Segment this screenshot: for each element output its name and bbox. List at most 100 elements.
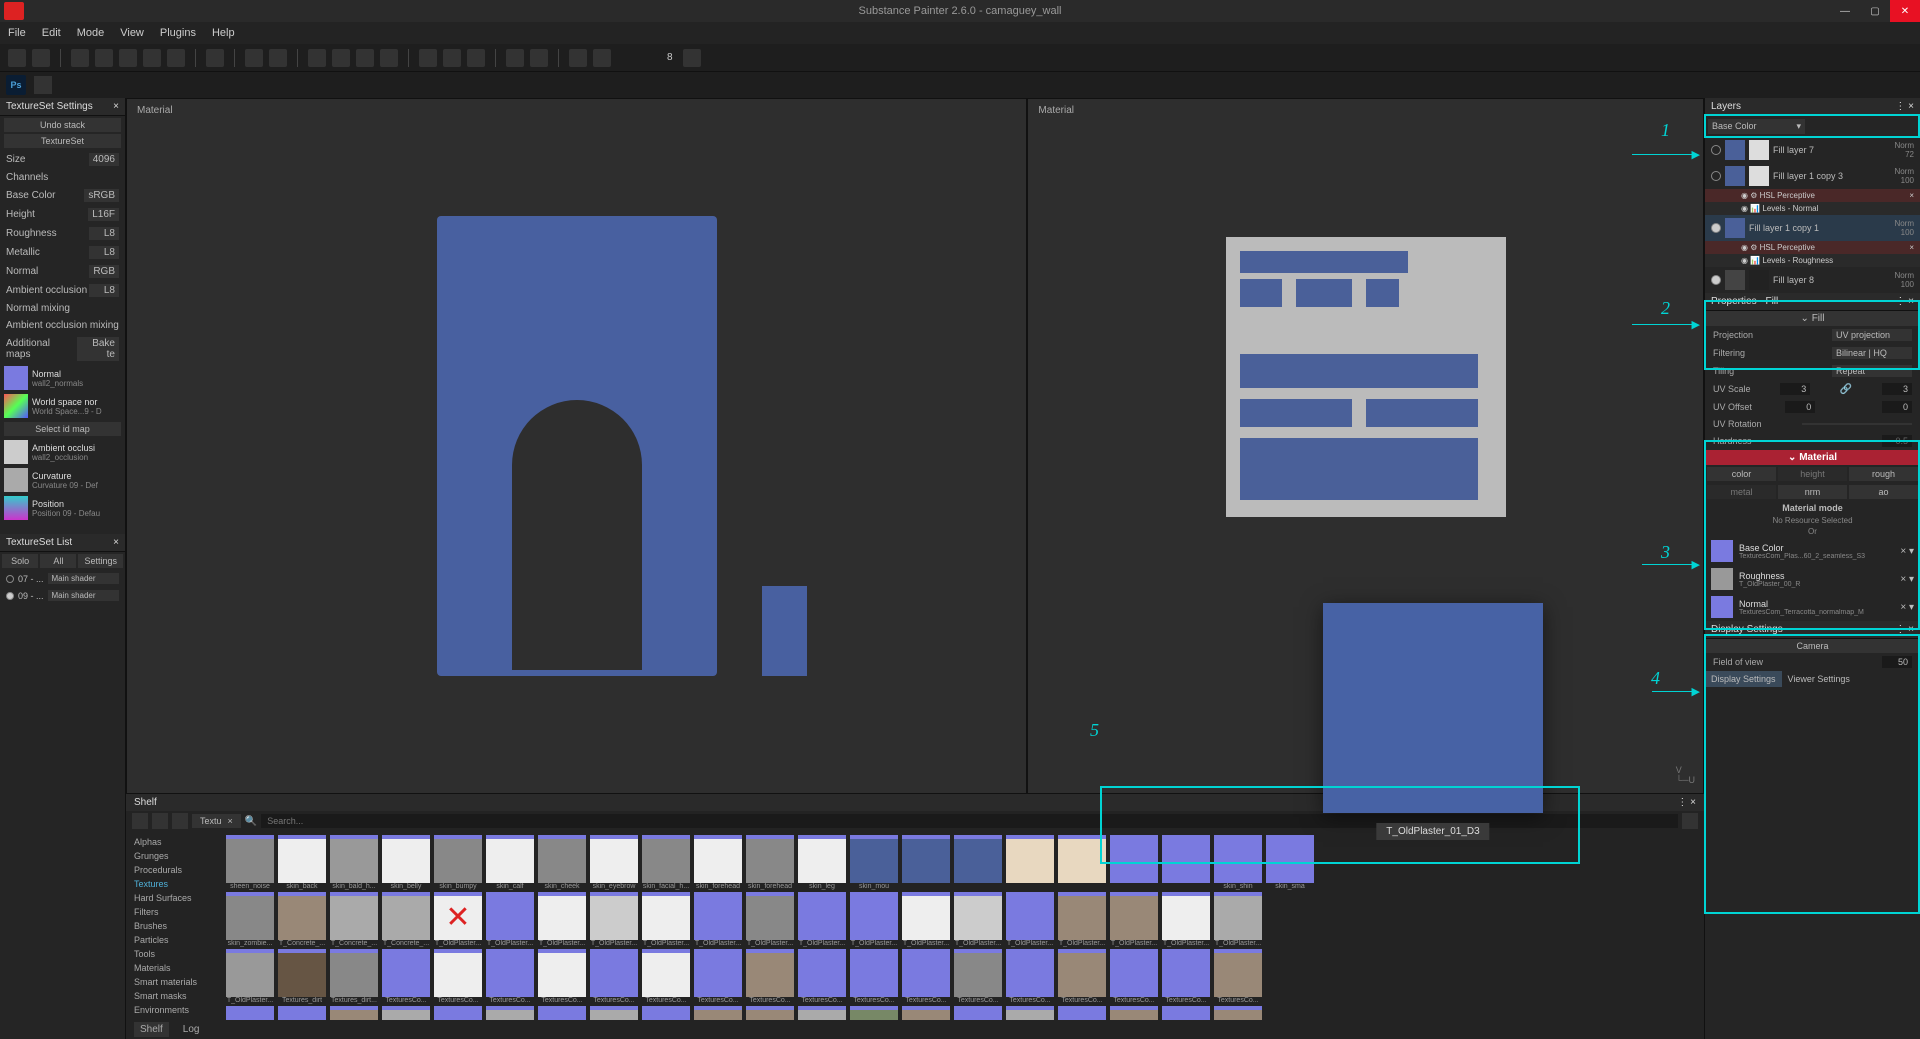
- shelf-item[interactable]: [277, 1006, 327, 1020]
- tab-log[interactable]: Log: [177, 1022, 206, 1037]
- bake-button[interactable]: Bake te: [77, 337, 119, 361]
- camera-section[interactable]: Camera: [1705, 639, 1920, 653]
- shelf-item[interactable]: [797, 1006, 847, 1020]
- fx-hsl-2[interactable]: ◉ ⚙ HSL Perceptive×: [1705, 241, 1920, 254]
- uvrotation-slider[interactable]: [1802, 423, 1912, 425]
- shelf-item[interactable]: T_OldPlaster...: [797, 892, 847, 947]
- shelf-item[interactable]: [1213, 1006, 1263, 1020]
- ch-normal[interactable]: Normal: [6, 266, 38, 277]
- normal-mixing-label[interactable]: Normal mixing: [6, 303, 70, 314]
- shelf-item[interactable]: TexturesCo...: [537, 949, 587, 1004]
- layer-fill8[interactable]: Fill layer 8Norm100: [1705, 267, 1920, 293]
- tool-smudge-icon[interactable]: [119, 49, 137, 67]
- shelf-item[interactable]: T_OldPlaster...: [849, 892, 899, 947]
- shelf-item[interactable]: T_OldPlaster...: [225, 949, 275, 1004]
- menu-help[interactable]: Help: [212, 27, 235, 39]
- shelf-item[interactable]: TexturesCo...: [693, 949, 743, 1004]
- cat-procedurals[interactable]: Procedurals: [130, 863, 217, 877]
- shelf-item[interactable]: skin_calf: [485, 835, 535, 890]
- photoshop-icon[interactable]: Ps: [6, 75, 26, 95]
- shelf-item[interactable]: T_Concrete_...: [381, 892, 431, 947]
- filtering-select[interactable]: Bilinear | HQ: [1832, 347, 1912, 359]
- shelf-item[interactable]: TexturesCo...: [1213, 949, 1263, 1004]
- tool-polygon-icon[interactable]: [206, 49, 224, 67]
- undo-stack-button[interactable]: Undo stack: [4, 118, 121, 132]
- shelf-item[interactable]: TexturesCo...: [381, 949, 431, 1004]
- shelf-item[interactable]: T_OldPlaster...: [745, 892, 795, 947]
- tool-next-icon[interactable]: [593, 49, 611, 67]
- viewport-3d[interactable]: Material: [126, 98, 1027, 794]
- layer-dup-icon[interactable]: [1887, 119, 1901, 133]
- shelf-grid-icon[interactable]: [1682, 813, 1698, 829]
- shelf-item[interactable]: TexturesCo...: [1161, 949, 1211, 1004]
- shelf-item[interactable]: [225, 1006, 275, 1020]
- layer-fillcopy3[interactable]: Fill layer 1 copy 3Norm100: [1705, 163, 1920, 189]
- shelf-item[interactable]: T_OldPlaster...: [641, 892, 691, 947]
- shelf-item[interactable]: T_OldPlaster...: [901, 892, 951, 947]
- shelf-item[interactable]: skin_shin: [1213, 835, 1263, 890]
- shelf-item[interactable]: [1109, 1006, 1159, 1020]
- fx-levels-1[interactable]: ◉ 📊 Levels - Normal: [1705, 202, 1920, 215]
- shelf-item[interactable]: skin_eyebrow: [589, 835, 639, 890]
- cat-grunges[interactable]: Grunges: [130, 849, 217, 863]
- shelf-item[interactable]: [641, 1006, 691, 1020]
- ao-mixing-label[interactable]: Ambient occlusion mixing: [6, 320, 119, 331]
- shelf-item[interactable]: Textures_dirt: [277, 949, 327, 1004]
- shelf-item[interactable]: T_OldPlaster...: [1213, 892, 1263, 947]
- tool-brush-icon[interactable]: [8, 49, 26, 67]
- layer-folder-icon[interactable]: [1855, 119, 1869, 133]
- maximize-button[interactable]: ▢: [1860, 0, 1890, 22]
- shelf-item[interactable]: [1161, 835, 1211, 890]
- shelf-item[interactable]: ✕T_OldPlaster...: [433, 892, 483, 947]
- layer-fill7[interactable]: Fill layer 7Norm72: [1705, 137, 1920, 163]
- tool-circ4-icon[interactable]: [380, 49, 398, 67]
- fx-hsl-1[interactable]: ◉ ⚙ HSL Perceptive×: [1705, 189, 1920, 202]
- projection-select[interactable]: UV projection: [1832, 329, 1912, 341]
- shelf-item[interactable]: TexturesCo...: [797, 949, 847, 1004]
- tool-particle-icon[interactable]: [167, 49, 185, 67]
- cat-hardsurfaces[interactable]: Hard Surfaces: [130, 891, 217, 905]
- select-id-button[interactable]: Select id map: [4, 422, 121, 436]
- shelf-item[interactable]: TexturesCo...: [745, 949, 795, 1004]
- shelf-tab-textures[interactable]: Textu×: [192, 814, 241, 828]
- solo-button[interactable]: Solo: [2, 554, 38, 568]
- texset-09[interactable]: 09 - ...Main shader: [0, 587, 125, 604]
- menu-view[interactable]: View: [120, 27, 144, 39]
- shelf-item[interactable]: [953, 1006, 1003, 1020]
- ch-height[interactable]: Height: [6, 209, 35, 220]
- tab-viewer-settings[interactable]: Viewer Settings: [1782, 671, 1856, 687]
- size-select[interactable]: 4096: [89, 153, 119, 166]
- menu-edit[interactable]: Edit: [42, 27, 61, 39]
- shelf-item[interactable]: skin_forehead: [745, 835, 795, 890]
- slot-normal[interactable]: NormalTexturesCom_Terracotta_normalmap_M…: [1705, 593, 1920, 621]
- shelf-item[interactable]: TexturesCo...: [901, 949, 951, 1004]
- layer-channel-select[interactable]: Base Color▾: [1708, 119, 1805, 134]
- shelf-item[interactable]: [1057, 1006, 1107, 1020]
- shelf-item[interactable]: skin_forehead: [693, 835, 743, 890]
- shelf-item[interactable]: Textures_dirt...: [329, 949, 379, 1004]
- fov-input[interactable]: 50: [1882, 656, 1912, 668]
- shelf-item[interactable]: skin_zombie...: [225, 892, 275, 947]
- shelf-item[interactable]: TexturesCo...: [641, 949, 691, 1004]
- cat-alphas[interactable]: Alphas: [130, 835, 217, 849]
- shelf-item[interactable]: TexturesCo...: [849, 949, 899, 1004]
- shelf-item[interactable]: [433, 1006, 483, 1020]
- slot-basecolor[interactable]: Base ColorTexturesCom_Plas...60_2_seamle…: [1705, 537, 1920, 565]
- fx-levels-2[interactable]: ◉ 📊 Levels - Roughness: [1705, 254, 1920, 267]
- shelf-item[interactable]: T_Concrete_...: [277, 892, 327, 947]
- close-button[interactable]: ✕: [1890, 0, 1920, 22]
- map-normal[interactable]: Normalwall2_normals: [0, 364, 125, 392]
- tool-display-icon[interactable]: [506, 49, 524, 67]
- shelf-item[interactable]: T_OldPlaster...: [589, 892, 639, 947]
- shelf-item[interactable]: T_OldPlaster...: [1109, 892, 1159, 947]
- shelf-item[interactable]: TexturesCo...: [1109, 949, 1159, 1004]
- shelf-item[interactable]: [1057, 835, 1107, 890]
- uvscale-x-input[interactable]: 3: [1780, 383, 1810, 395]
- shelf-item[interactable]: TexturesCo...: [953, 949, 1003, 1004]
- mat-rough-button[interactable]: rough: [1849, 467, 1918, 481]
- shelf-item[interactable]: TexturesCo...: [433, 949, 483, 1004]
- shelf-item[interactable]: T_OldPlaster...: [537, 892, 587, 947]
- textureset-button[interactable]: TextureSet: [4, 134, 121, 148]
- menu-plugins[interactable]: Plugins: [160, 27, 196, 39]
- shelf-item[interactable]: skin_belly: [381, 835, 431, 890]
